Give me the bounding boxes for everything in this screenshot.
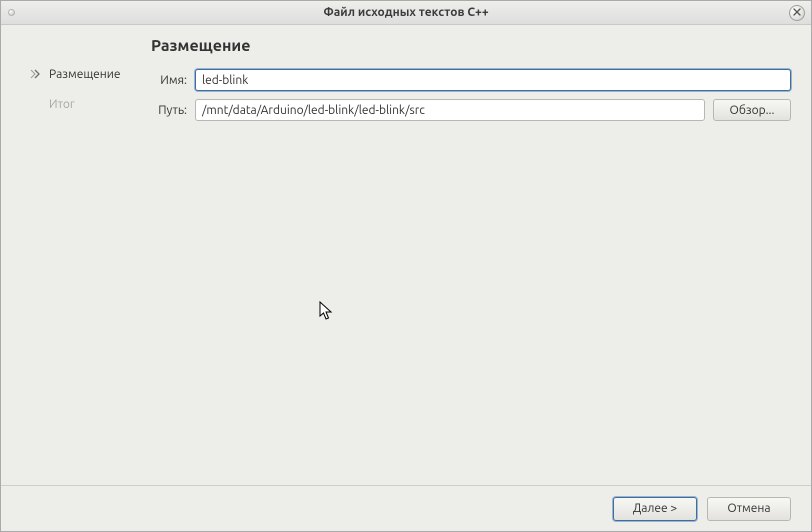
- titlebar: Файл исходных текстов C++: [1, 1, 811, 25]
- page-heading: Размещение: [151, 37, 791, 55]
- close-icon: [793, 8, 801, 18]
- titlebar-left-dot-icon: [8, 9, 15, 16]
- wizard-steps-sidebar: Размещение Итог: [21, 35, 133, 479]
- name-label: Имя:: [151, 74, 187, 87]
- next-button-mnemonic: Д: [633, 502, 641, 515]
- content: Размещение Итог Размещение Имя: Путь: Об…: [1, 25, 811, 531]
- wizard-step-label: Итог: [49, 98, 75, 111]
- path-label: Путь:: [151, 104, 187, 117]
- wizard-step-label: Размещение: [49, 68, 121, 81]
- cancel-button[interactable]: Отмена: [707, 497, 791, 521]
- name-row: Имя:: [151, 69, 791, 91]
- wizard-step-summary: Итог: [21, 95, 133, 113]
- browse-button[interactable]: Обзор...: [713, 99, 791, 121]
- dialog-window: Файл исходных текстов C++: [0, 0, 812, 532]
- step-active-arrow-icon: [29, 67, 43, 81]
- next-button-rest: алее >: [641, 502, 677, 515]
- path-row: Путь: Обзор...: [151, 99, 791, 121]
- name-input[interactable]: [195, 69, 791, 91]
- dialog-footer: Далее > Отмена: [1, 485, 811, 531]
- main-panel: Размещение Имя: Путь: Обзор...: [133, 35, 791, 479]
- path-input[interactable]: [195, 99, 705, 121]
- window-title: Файл исходных текстов C++: [1, 6, 811, 19]
- wizard-step-placement: Размещение: [21, 65, 133, 83]
- close-button[interactable]: [789, 5, 805, 21]
- body: Размещение Итог Размещение Имя: Путь: Об…: [1, 25, 811, 485]
- next-button[interactable]: Далее >: [613, 497, 697, 521]
- step-inactive-icon: [29, 97, 43, 111]
